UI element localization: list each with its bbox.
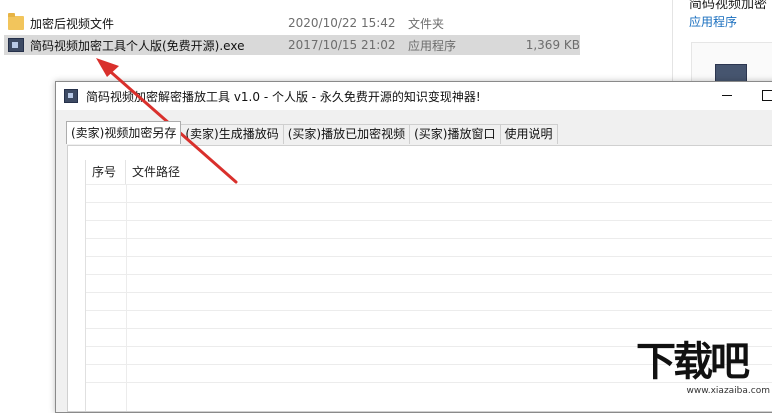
file-row-folder[interactable]: 加密后视频文件 2020/10/22 15:42 文件夹 xyxy=(4,13,580,33)
file-type: 应用程序 xyxy=(408,38,457,53)
preview-title: 简码视频加密 xyxy=(689,0,768,12)
file-name: 加密后视频文件 xyxy=(30,16,115,31)
watermark-url: www.xiazaiba.com xyxy=(686,386,770,396)
file-date: 2017/10/15 21:02 xyxy=(288,38,396,52)
grid-line xyxy=(86,328,772,329)
grid-line xyxy=(86,310,772,311)
column-header-index[interactable]: 序号 xyxy=(86,160,126,184)
app-exe-icon xyxy=(8,38,24,52)
grid-line xyxy=(86,220,772,221)
minimize-button[interactable] xyxy=(718,86,736,104)
file-row-exe[interactable]: 简码视频加密工具个人版(免费开源).exe 2017/10/15 21:02 应… xyxy=(4,35,580,55)
file-name: 简码视频加密工具个人版(免费开源).exe xyxy=(30,38,245,53)
grid-line xyxy=(86,184,772,185)
grid-line xyxy=(86,292,772,293)
watermark-text: 下载吧 xyxy=(636,339,750,385)
file-type: 文件夹 xyxy=(408,16,445,31)
tab-play-encrypted[interactable]: (买家)播放已加密视频 xyxy=(282,124,411,144)
folder-icon xyxy=(8,13,24,30)
app-icon xyxy=(64,89,78,103)
file-date: 2020/10/22 15:42 xyxy=(288,16,396,30)
grid-line xyxy=(86,202,772,203)
tab-encrypt-save[interactable]: (卖家)视频加密另存 xyxy=(66,121,182,144)
grid-line xyxy=(86,274,772,275)
maximize-button[interactable] xyxy=(758,86,772,104)
grid-line xyxy=(86,238,772,239)
file-size: 1,369 KB xyxy=(525,38,580,52)
watermark-logo: 下载吧 www.xiazaiba.com xyxy=(636,340,772,398)
grid-line xyxy=(86,256,772,257)
grid-header: 序号 文件路径 xyxy=(86,160,772,184)
tab-generate-code[interactable]: (卖家)生成播放码 xyxy=(180,124,284,144)
grid-column-divider xyxy=(126,184,127,411)
tab-instructions[interactable]: 使用说明 xyxy=(499,124,558,144)
tab-strip: (卖家)视频加密另存 (卖家)生成播放码 (买家)播放已加密视频 (买家)播放窗… xyxy=(66,121,558,144)
tab-player-window[interactable]: (买家)播放窗口 xyxy=(409,124,501,144)
column-header-path[interactable]: 文件路径 xyxy=(126,160,180,184)
preview-type: 应用程序 xyxy=(689,15,738,29)
window-title: 简码视频加密解密播放工具 v1.0 - 个人版 - 永久免费开源的知识变现神器! xyxy=(86,89,481,104)
title-bar[interactable]: 简码视频加密解密播放工具 v1.0 - 个人版 - 永久免费开源的知识变现神器! xyxy=(56,82,772,110)
